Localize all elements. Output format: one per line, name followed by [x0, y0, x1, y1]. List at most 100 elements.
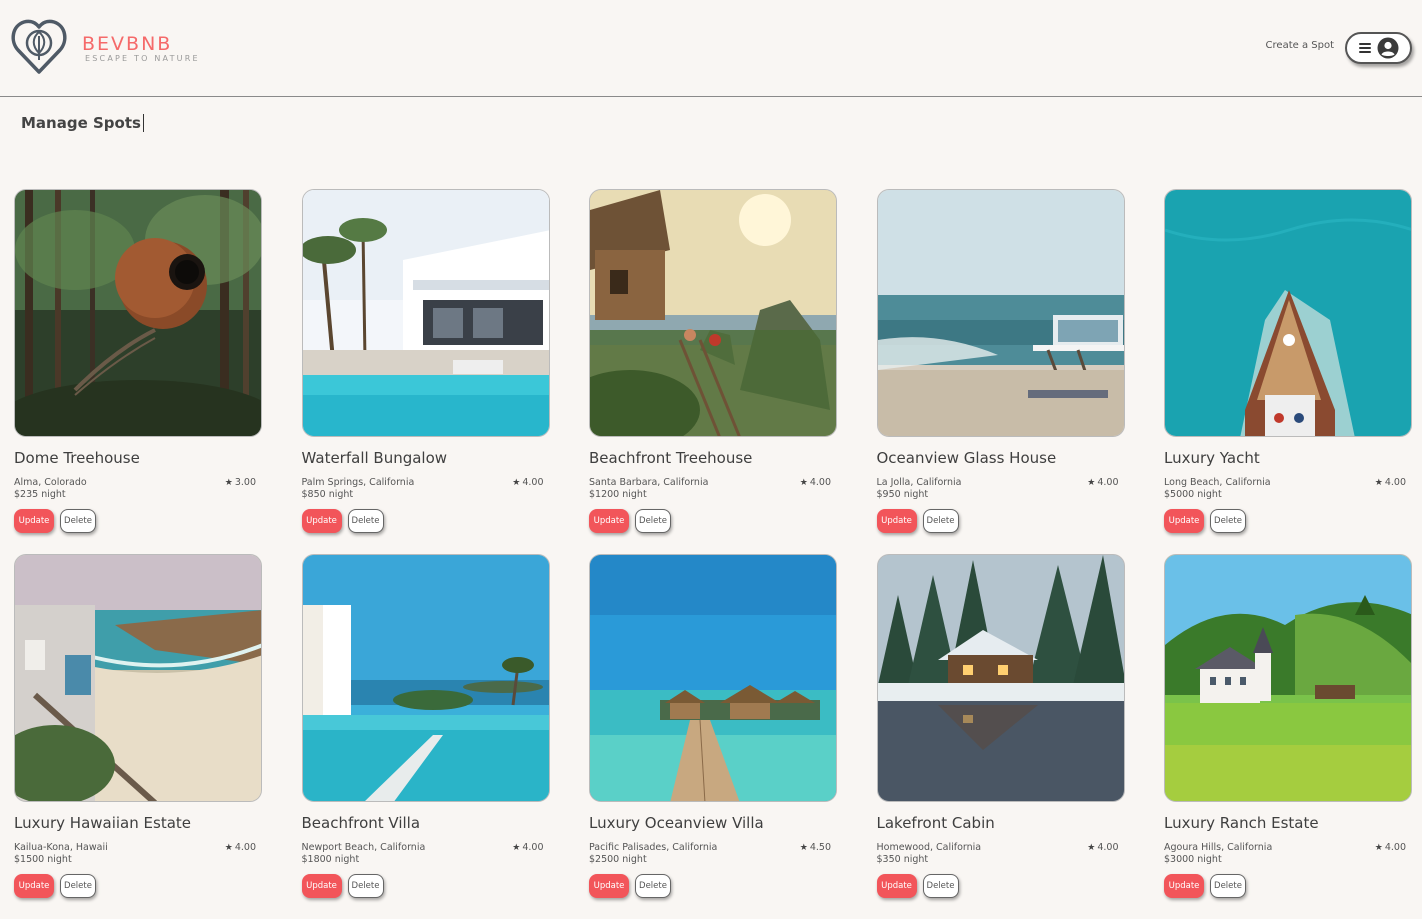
spot-price: $1500 night	[14, 854, 72, 865]
spot-name[interactable]: Beachfront Villa	[302, 814, 421, 832]
spot-name[interactable]: Lakefront Cabin	[877, 814, 995, 832]
logo-icon[interactable]	[8, 16, 70, 76]
spot-card[interactable]: Luxury Hawaiian Estate Kailua-Kona, Hawa…	[14, 554, 262, 919]
rating-value: 3.00	[234, 477, 256, 488]
spot-rating: ★ 4.50	[800, 842, 831, 853]
update-button[interactable]: Update	[301, 509, 342, 533]
update-button[interactable]: Update	[301, 874, 342, 898]
delete-button[interactable]: Delete	[635, 509, 671, 533]
rating-value: 4.00	[809, 477, 831, 488]
spot-photo-forest-treehouse	[15, 190, 261, 436]
spot-card[interactable]: Luxury Yacht Long Beach, California $500…	[1164, 189, 1412, 554]
delete-button[interactable]: Delete	[1210, 874, 1246, 898]
spot-rating: ★ 4.00	[800, 477, 831, 488]
spot-rating: ★ 4.00	[1087, 842, 1118, 853]
spot-name[interactable]: Luxury Hawaiian Estate	[14, 814, 191, 832]
spot-image[interactable]	[876, 554, 1125, 802]
spot-rating: ★ 3.00	[225, 477, 256, 488]
delete-button[interactable]: Delete	[347, 874, 384, 898]
rating-value: 4.00	[1384, 477, 1406, 488]
spot-photo-yacht-aerial	[1165, 190, 1411, 436]
update-button[interactable]: Update	[1164, 509, 1204, 533]
spot-card[interactable]: Luxury Oceanview Villa Pacific Palisades…	[589, 554, 837, 919]
spot-image[interactable]	[301, 554, 550, 802]
spot-photo-modern-villa-pool	[302, 190, 549, 436]
spot-card[interactable]: Beachfront Treehouse Santa Barbara, Cali…	[589, 189, 837, 554]
rating-value: 4.00	[522, 842, 544, 853]
spot-price: $235 night	[14, 489, 66, 500]
rating-value: 4.00	[1384, 842, 1406, 853]
spot-name[interactable]: Beachfront Treehouse	[589, 449, 752, 467]
spot-name[interactable]: Dome Treehouse	[14, 449, 140, 467]
spot-location: Alma, Colorado	[14, 477, 87, 488]
spot-location: Newport Beach, California	[301, 842, 426, 853]
spot-price: $5000 night	[1164, 489, 1222, 500]
spot-price: $850 night	[301, 489, 354, 500]
delete-button[interactable]: Delete	[922, 509, 959, 533]
star-icon: ★	[1087, 477, 1096, 488]
spot-image[interactable]	[14, 189, 262, 437]
spot-card[interactable]: Luxury Ranch Estate Agoura Hills, Califo…	[1164, 554, 1412, 919]
spot-name[interactable]: Oceanview Glass House	[877, 449, 1057, 467]
spot-image[interactable]	[1164, 189, 1412, 437]
update-button[interactable]: Update	[876, 874, 917, 898]
update-button[interactable]: Update	[589, 509, 629, 533]
spot-card[interactable]: Beachfront Villa Newport Beach, Californ…	[301, 554, 550, 919]
update-button[interactable]: Update	[14, 874, 54, 898]
update-button[interactable]: Update	[589, 874, 629, 898]
spot-card[interactable]: Waterfall Bungalow Palm Springs, Califor…	[301, 189, 550, 554]
brand[interactable]: BEVBNB ESCAPE TO NATURE	[82, 33, 200, 63]
brand-tagline: ESCAPE TO NATURE	[85, 54, 200, 63]
spot-photo-beach-glass-house	[877, 190, 1124, 436]
spot-name[interactable]: Luxury Oceanview Villa	[589, 814, 764, 832]
rating-value: 4.00	[1097, 842, 1119, 853]
delete-button[interactable]: Delete	[60, 874, 96, 898]
spot-image[interactable]	[589, 189, 837, 437]
update-button[interactable]: Update	[876, 509, 917, 533]
star-icon: ★	[1087, 842, 1096, 853]
spot-location: Santa Barbara, California	[589, 477, 709, 488]
delete-button[interactable]: Delete	[635, 874, 671, 898]
spot-location: Homewood, California	[876, 842, 982, 853]
spot-price: $1800 night	[301, 854, 360, 865]
spot-image[interactable]	[589, 554, 837, 802]
page-title: Manage Spots	[21, 114, 144, 132]
star-icon: ★	[799, 842, 808, 853]
spot-card[interactable]: Oceanview Glass House La Jolla, Californ…	[876, 189, 1125, 554]
delete-button[interactable]: Delete	[1210, 509, 1246, 533]
spot-image[interactable]	[301, 189, 550, 437]
spot-image[interactable]	[14, 554, 262, 802]
rating-value: 4.00	[234, 842, 256, 853]
spot-name[interactable]: Waterfall Bungalow	[302, 449, 448, 467]
spot-image[interactable]	[876, 189, 1125, 437]
spots-grid: Dome Treehouse Alma, Colorado $235 night…	[14, 189, 1412, 919]
star-icon: ★	[512, 477, 521, 488]
rating-value: 4.00	[522, 477, 544, 488]
hamburger-icon	[1358, 43, 1371, 53]
spot-price: $350 night	[876, 854, 929, 865]
spot-location: Long Beach, California	[1164, 477, 1271, 488]
spot-rating: ★ 4.00	[1375, 477, 1406, 488]
spot-location: Agoura Hills, California	[1164, 842, 1273, 853]
delete-button[interactable]: Delete	[922, 874, 959, 898]
delete-button[interactable]: Delete	[60, 509, 96, 533]
update-button[interactable]: Update	[14, 509, 54, 533]
rating-value: 4.00	[1097, 477, 1119, 488]
create-spot-link[interactable]: Create a Spot	[1266, 40, 1334, 51]
spot-card[interactable]: Lakefront Cabin Homewood, California $35…	[876, 554, 1125, 919]
spot-card[interactable]: Dome Treehouse Alma, Colorado $235 night…	[14, 189, 262, 554]
update-button[interactable]: Update	[1164, 874, 1204, 898]
spot-name[interactable]: Luxury Ranch Estate	[1164, 814, 1319, 832]
spot-location: Kailua-Kona, Hawaii	[14, 842, 108, 853]
spot-price: $3000 night	[1164, 854, 1222, 865]
star-icon: ★	[224, 842, 233, 853]
spot-name[interactable]: Luxury Yacht	[1164, 449, 1260, 467]
spot-image[interactable]	[1164, 554, 1412, 802]
star-icon: ★	[799, 477, 808, 488]
spot-rating: ★ 4.00	[512, 477, 543, 488]
star-icon: ★	[1374, 477, 1383, 488]
spot-price: $2500 night	[589, 854, 647, 865]
profile-menu-button[interactable]	[1345, 32, 1412, 64]
delete-button[interactable]: Delete	[347, 509, 384, 533]
spot-photo-snow-lake-cabin	[877, 555, 1124, 801]
